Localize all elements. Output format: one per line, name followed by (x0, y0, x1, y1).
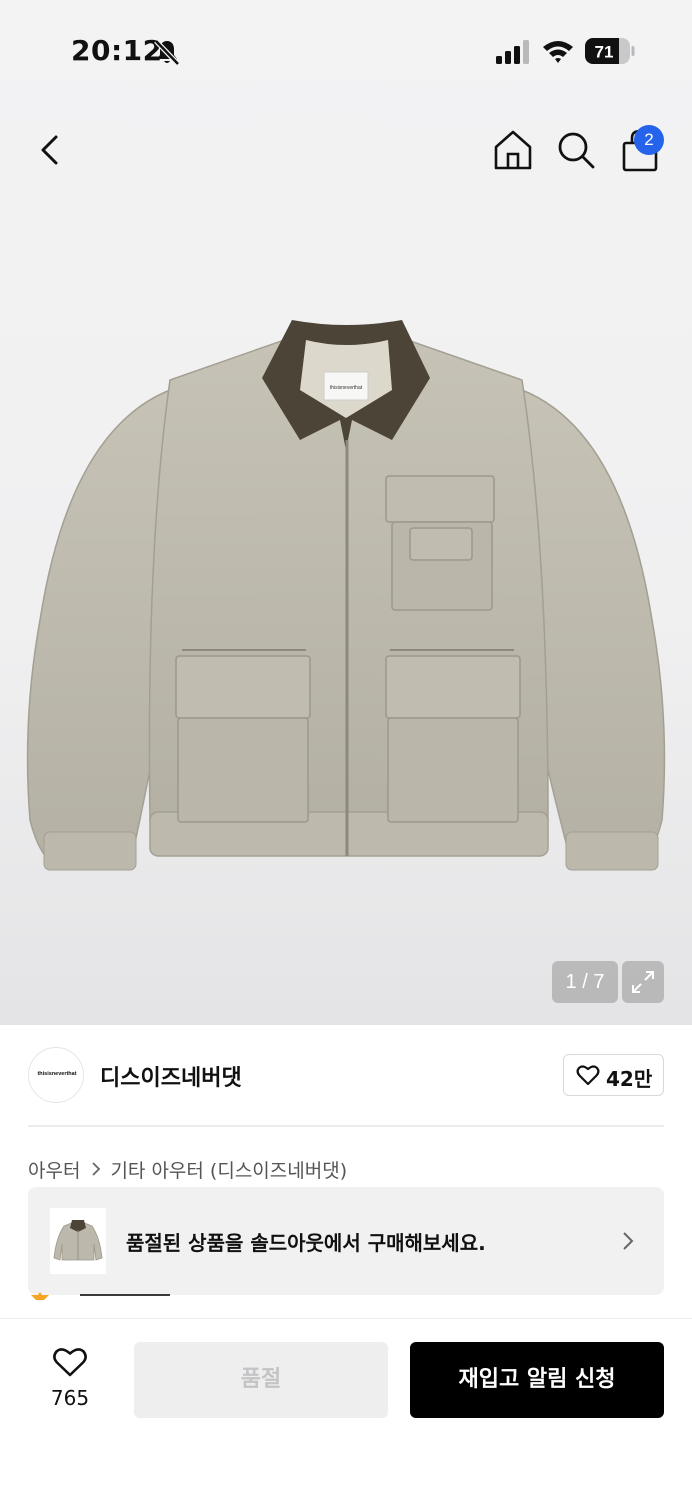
soldout-banner-text: 품절된 상품을 솔드아웃에서 구매해보세요. (126, 1231, 486, 1255)
expand-image-button[interactable] (622, 961, 664, 1003)
breadcrumb: 아우터 기타 아우터 (디스이즈네버댓) (28, 1155, 347, 1183)
product-image[interactable]: thisisneverthat (0, 300, 692, 920)
brand-logo[interactable]: thisisneverthat (28, 1047, 84, 1103)
back-icon[interactable] (32, 128, 72, 172)
brand-logo-text: thisisneverthat (37, 1071, 77, 1077)
expand-icon (632, 971, 654, 993)
star-icon (31, 1292, 49, 1300)
search-icon[interactable] (554, 128, 598, 172)
wishlist-count: 765 (50, 1386, 90, 1410)
divider (28, 1125, 664, 1127)
divider (80, 1294, 170, 1296)
heart-icon (53, 1348, 87, 1377)
heart-icon (576, 1065, 600, 1086)
restock-alert-button[interactable]: 재입고 알림 신청 (410, 1342, 664, 1418)
chevron-right-icon (623, 1232, 634, 1250)
svg-text:thisisneverthat: thisisneverthat (330, 385, 363, 391)
brand-name[interactable]: 디스이즈네버댓 (100, 1060, 242, 1092)
home-icon[interactable] (490, 128, 536, 172)
signal-icon (496, 40, 529, 64)
breadcrumb-item-other-outer[interactable]: 기타 아우터 (디스이즈네버댓) (110, 1156, 347, 1183)
product-gallery[interactable]: 20:12 71 2 thisisneverthat 1 / 7 (0, 0, 692, 1025)
status-time: 20:12 (71, 34, 163, 67)
battery-level: 71 (595, 43, 614, 62)
image-counter: 1 / 7 (552, 961, 618, 1003)
soldout-button: 품절 (134, 1342, 388, 1418)
brand-like-count: 42만 (606, 1067, 653, 1091)
status-bar: 20:12 71 (0, 0, 692, 100)
banner-product-thumbnail (50, 1208, 106, 1274)
cart-count-badge: 2 (634, 125, 664, 155)
chevron-right-icon (92, 1162, 101, 1176)
brand-like-button[interactable]: 42만 (563, 1054, 664, 1096)
bell-off-icon (154, 39, 180, 66)
wishlist-button[interactable]: 765 (40, 1344, 100, 1414)
wifi-icon (543, 41, 573, 63)
battery-icon: 71 (585, 38, 635, 64)
soldout-banner[interactable]: 품절된 상품을 솔드아웃에서 구매해보세요. (28, 1187, 664, 1295)
breadcrumb-item-outer[interactable]: 아우터 (28, 1156, 80, 1183)
